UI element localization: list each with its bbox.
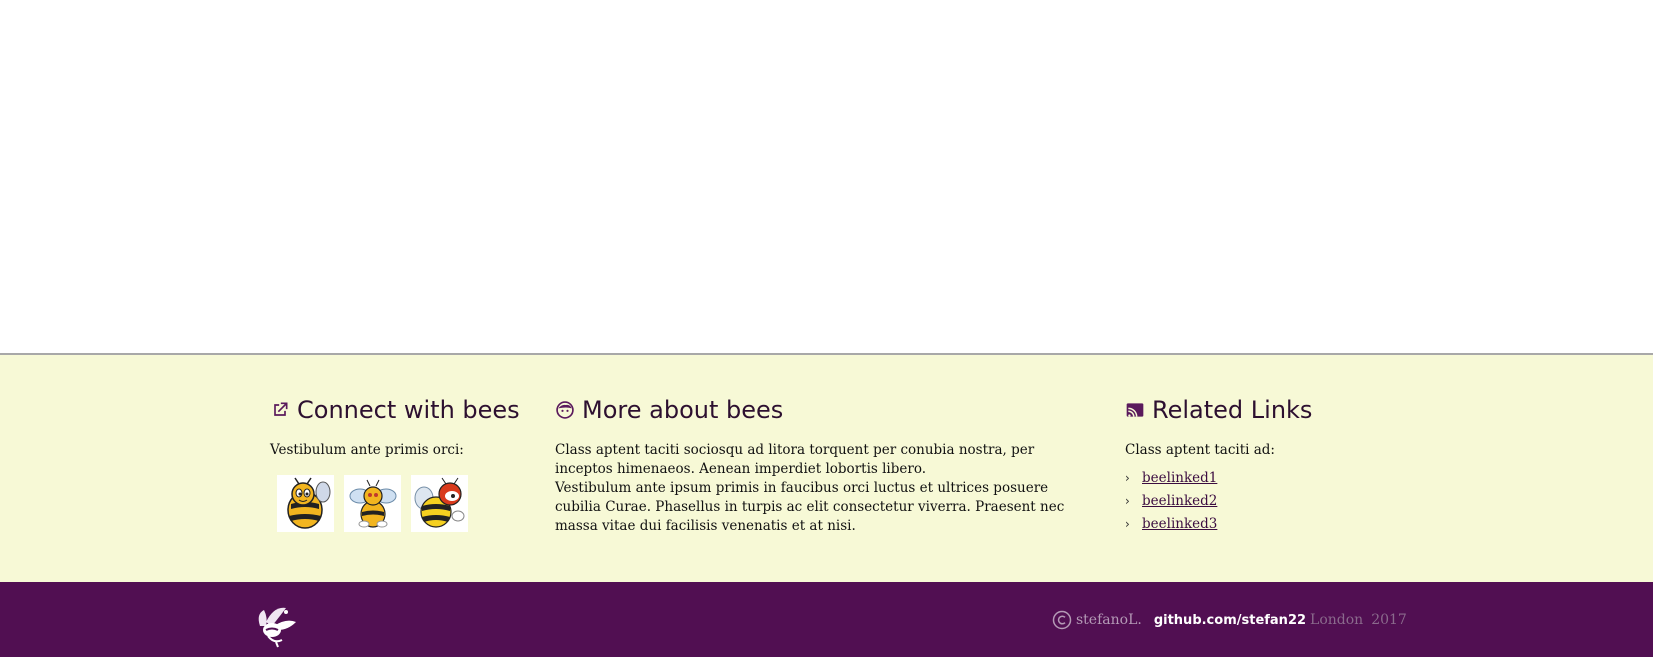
bee-image-3[interactable] — [411, 475, 468, 532]
footer-credits: stefanoL. github.com/stefan22 London 201… — [1052, 610, 1407, 630]
about-paragraph-2: Vestibulum ante ipsum primis in faucibus… — [555, 480, 1065, 534]
connect-column: Connect with bees Vestibulum ante primis… — [270, 395, 540, 532]
link-beelinked3[interactable]: beelinked3 — [1142, 513, 1217, 536]
page: Connect with bees Vestibulum ante primis… — [0, 0, 1653, 657]
connect-heading-text: Connect with bees — [297, 396, 520, 424]
chevron-right-icon: › — [1125, 517, 1130, 531]
bee-image-1[interactable] — [277, 475, 334, 532]
connect-heading: Connect with bees — [270, 395, 540, 425]
related-heading-text: Related Links — [1152, 396, 1313, 424]
chevron-right-icon: › — [1125, 494, 1130, 508]
bee-logo-icon[interactable] — [252, 596, 302, 652]
list-item: › beelinked1 — [1125, 467, 1217, 490]
about-heading: More about bees — [555, 395, 1095, 425]
list-item: › beelinked2 — [1125, 490, 1217, 513]
copyright-icon — [1052, 610, 1072, 630]
content-area — [0, 0, 1653, 355]
related-heading: Related Links — [1125, 395, 1385, 425]
related-column: Related Links Class aptent taciti ad: › … — [1125, 395, 1385, 532]
face-icon — [555, 400, 575, 420]
external-link-icon — [270, 400, 290, 420]
bee-images — [277, 475, 468, 532]
about-heading-text: More about bees — [582, 396, 784, 424]
chevron-right-icon: › — [1125, 471, 1130, 485]
list-item: › beelinked3 — [1125, 513, 1217, 536]
cast-icon — [1125, 400, 1145, 420]
city-text: London — [1310, 612, 1364, 628]
about-text: Class aptent taciti sociosqu ad litora t… — [555, 441, 1095, 536]
link-beelinked2[interactable]: beelinked2 — [1142, 490, 1217, 513]
connect-text: Vestibulum ante primis orci: — [270, 442, 464, 458]
github-link[interactable]: github.com/stefan22 — [1154, 613, 1306, 628]
about-column: More about bees Class aptent taciti soci… — [555, 395, 1095, 534]
year-text: 2017 — [1371, 612, 1407, 628]
bee-image-2[interactable] — [344, 475, 401, 532]
related-text: Class aptent taciti ad: — [1125, 442, 1275, 458]
related-links-list: › beelinked1 › beelinked2 › beelinked3 — [1125, 467, 1217, 536]
link-beelinked1[interactable]: beelinked1 — [1142, 467, 1217, 490]
about-paragraph-1: Class aptent taciti sociosqu ad litora t… — [555, 442, 1035, 477]
author-name: stefanoL. — [1076, 612, 1142, 628]
